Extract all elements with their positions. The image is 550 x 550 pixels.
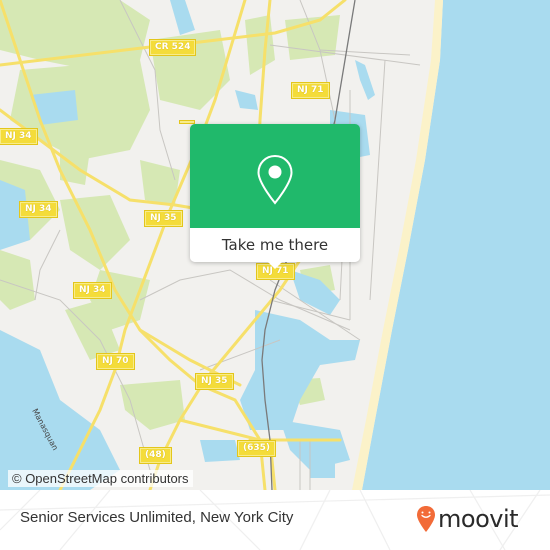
map-attribution[interactable]: © OpenStreetMap contributors — [8, 470, 193, 487]
route-shield-nj35-north: NJ 35 — [144, 210, 183, 227]
popup-header — [190, 124, 360, 228]
footer-bar: Senior Services Unlimited, New York City… — [0, 490, 550, 550]
route-shield-nj70: NJ 70 — [96, 353, 135, 370]
moovit-logo[interactable]: moovit — [416, 504, 519, 534]
take-me-there-button[interactable]: Take me there — [190, 228, 360, 262]
map-view[interactable]: CR 524 NJ 71 NJ 34 NJ 34 NJ 35 NJ 34 NJ … — [0, 0, 550, 490]
route-shield-nj34-west: NJ 34 — [0, 128, 38, 145]
route-shield-cr524: CR 524 — [148, 39, 197, 56]
moovit-pin-icon — [417, 506, 435, 532]
route-shield-nj71-north: NJ 71 — [291, 82, 330, 99]
location-popup: Take me there — [190, 124, 360, 269]
route-shield-635: (635) — [236, 440, 277, 457]
place-title: Senior Services Unlimited, New York City — [20, 509, 294, 526]
moovit-wordmark: moovit — [438, 505, 519, 533]
popup-pointer — [267, 261, 283, 269]
route-shield-nj34-south: NJ 34 — [73, 282, 112, 299]
route-shield-nj35-south: NJ 35 — [195, 373, 234, 390]
route-shield-nj34: NJ 34 — [19, 201, 58, 218]
ocean — [362, 0, 550, 490]
route-shield-hidden — [179, 120, 195, 124]
map-pin-icon — [257, 154, 293, 205]
route-shield-48: (48) — [139, 447, 172, 464]
